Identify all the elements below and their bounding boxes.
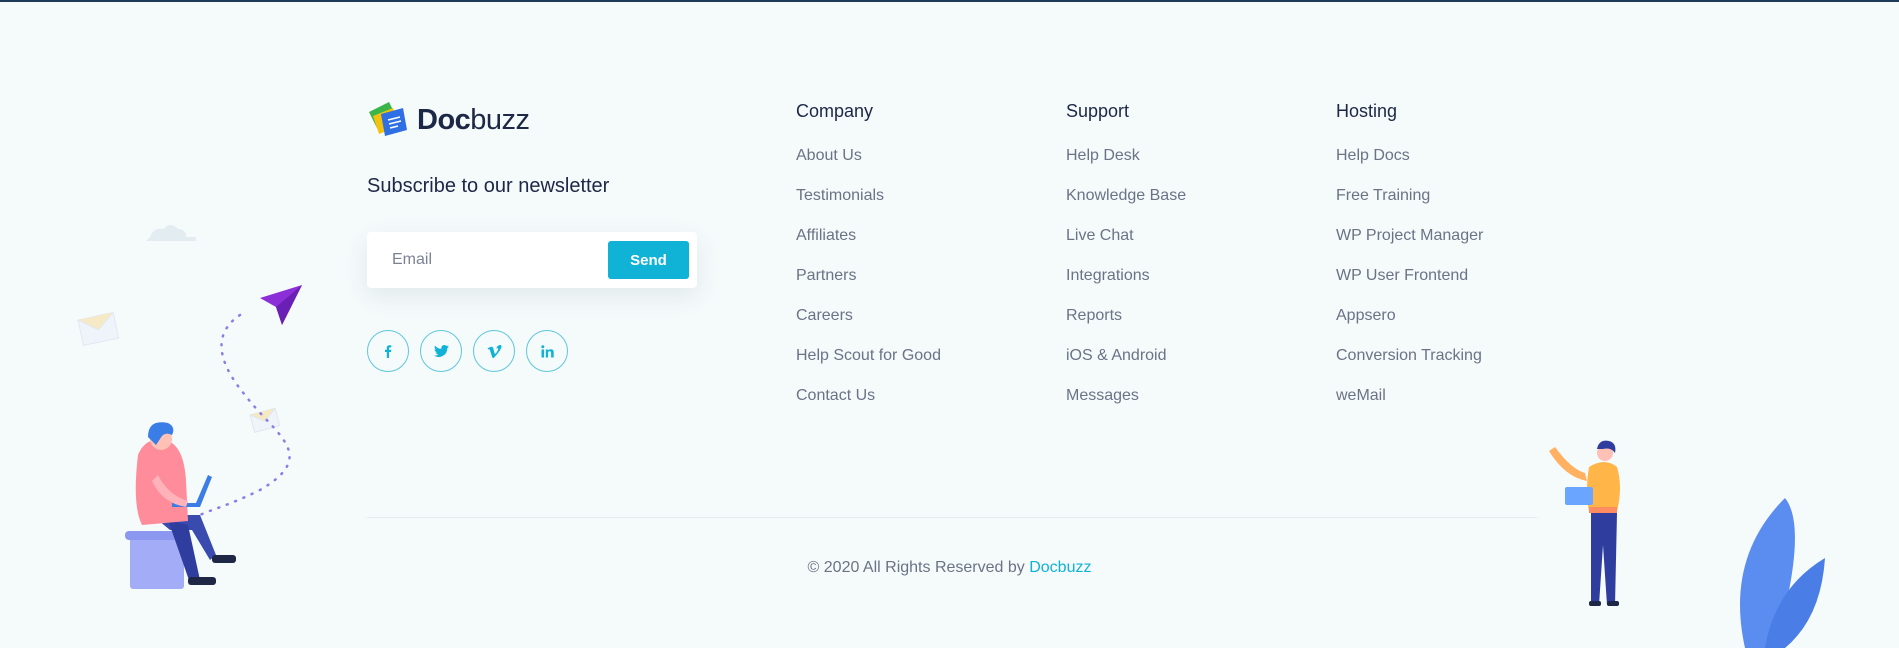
- facebook-icon: [385, 345, 392, 358]
- footer-link[interactable]: Conversion Tracking: [1336, 347, 1482, 364]
- twitter-link[interactable]: [420, 330, 462, 372]
- footer-link[interactable]: Help Docs: [1336, 147, 1410, 164]
- vimeo-link[interactable]: [473, 330, 515, 372]
- newsletter-form: Send: [367, 232, 697, 288]
- footer-link[interactable]: Help Desk: [1066, 147, 1140, 164]
- brand-name: Docbuzz: [417, 103, 530, 136]
- footer-link[interactable]: Integrations: [1066, 267, 1150, 284]
- footer-link[interactable]: Knowledge Base: [1066, 187, 1186, 204]
- footer-link[interactable]: WP User Frontend: [1336, 267, 1468, 284]
- column-hosting: Hosting Help Docs Free Training WP Proje…: [1336, 101, 1483, 425]
- footer-link[interactable]: Affiliates: [796, 227, 856, 244]
- top-border: [0, 0, 1899, 2]
- footer-divider: [367, 517, 1537, 518]
- twitter-icon: [433, 344, 449, 357]
- brand-logo[interactable]: Docbuzz: [367, 100, 530, 140]
- footer-link[interactable]: Contact Us: [796, 387, 875, 404]
- newsletter-title: Subscribe to our newsletter: [367, 175, 610, 197]
- social-links: [367, 330, 568, 372]
- footer-link[interactable]: Reports: [1066, 307, 1122, 324]
- footer-link[interactable]: Help Scout for Good: [796, 347, 941, 364]
- column-support: Support Help Desk Knowledge Base Live Ch…: [1066, 101, 1186, 425]
- footer-link[interactable]: About Us: [796, 147, 862, 164]
- vimeo-icon: [487, 344, 502, 358]
- column-title: Support: [1066, 101, 1130, 121]
- footer-link[interactable]: Partners: [796, 267, 856, 284]
- footer-link[interactable]: iOS & Android: [1066, 347, 1167, 364]
- copyright-brand-link[interactable]: Docbuzz: [1029, 559, 1091, 576]
- footer-link[interactable]: Messages: [1066, 387, 1139, 404]
- column-company: Company About Us Testimonials Affiliates…: [796, 101, 941, 425]
- footer-link[interactable]: WP Project Manager: [1336, 227, 1483, 244]
- linkedin-icon: [540, 344, 554, 357]
- footer-link[interactable]: Free Training: [1336, 187, 1430, 204]
- column-title: Company: [796, 101, 874, 121]
- copyright: © 2020 All Rights Reserved by Docbuzz: [0, 559, 1899, 577]
- facebook-link[interactable]: [367, 330, 409, 372]
- copyright-text: © 2020 All Rights Reserved by: [807, 559, 1025, 576]
- column-title: Hosting: [1336, 101, 1398, 121]
- footer-link[interactable]: Appsero: [1336, 307, 1396, 324]
- footer-link[interactable]: Testimonials: [796, 187, 884, 204]
- footer-link[interactable]: Careers: [796, 307, 853, 324]
- linkedin-link[interactable]: [526, 330, 568, 372]
- footer-link[interactable]: weMail: [1336, 387, 1386, 404]
- send-button[interactable]: Send: [608, 241, 689, 279]
- person-standing-illustration: [1549, 440, 1620, 606]
- footer-link[interactable]: Live Chat: [1066, 227, 1134, 244]
- person-laptop-illustration: [77, 225, 302, 589]
- docbuzz-logo-icon: [369, 102, 407, 136]
- email-input[interactable]: [367, 232, 607, 288]
